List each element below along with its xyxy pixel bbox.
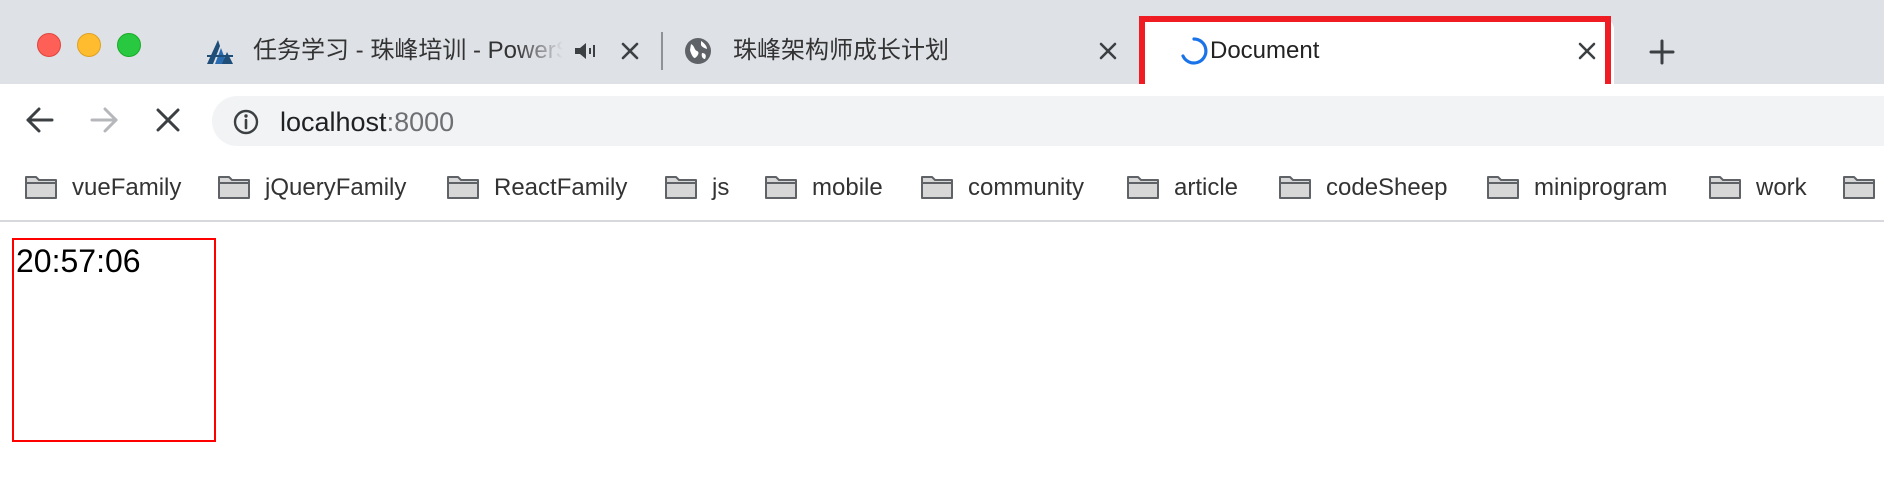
annotation-highlight-box [1139,16,1611,94]
folder-icon [665,176,697,199]
window-zoom-button[interactable] [117,33,141,57]
browser-toolbar: localhost:8000 [0,84,1884,156]
url-host: localhost [280,107,387,137]
clock-time: 20:57:06 [16,243,141,279]
bookmark-label: vueFamily [72,174,182,201]
window-close-button[interactable] [37,33,61,57]
globe-icon [685,38,711,64]
tab-title: 珠峰架构师成长计划 [733,37,949,64]
tab-divider [661,32,663,70]
folder-icon [1487,176,1519,199]
close-icon[interactable] [617,38,643,64]
speaker-icon[interactable] [573,40,599,62]
bookmark-label: ReactFamily [494,174,628,201]
bookmark-label: js [712,174,730,201]
folder-icon [218,176,250,199]
clock-box: 20:57:06 [12,238,216,442]
stop-loading-icon[interactable] [148,100,188,140]
tab-document[interactable]: Document [1139,16,1614,94]
bookmarks-bar: vueFamily jQueryFamily ReactFamily js mo… [0,156,1884,222]
folder-icon [1843,176,1875,199]
address-bar[interactable]: localhost:8000 [212,96,1884,146]
url-port: :8000 [386,107,455,137]
folder-icon [921,176,953,199]
bookmark-label: mobile [812,174,883,201]
tab-title: 任务学习 - 珠峰培训 - PowerSchool [253,37,563,64]
window-minimize-button[interactable] [77,33,101,57]
folder-icon [25,176,57,199]
bookmark-label: article [1174,174,1239,201]
bookmark-label: jQueryFamily [265,174,407,201]
folder-icon [1279,176,1311,199]
bookmark-label: miniprogram [1534,174,1668,201]
folder-icon [1709,176,1741,199]
close-icon[interactable] [1095,38,1121,64]
bookmark-label: community [968,174,1085,201]
folder-icon [447,176,479,199]
bookmark-label: codeSheep [1326,174,1448,201]
folder-icon [1127,176,1159,199]
tab-strip: 任务学习 - 珠峰培训 - PowerSchool 珠峰架构师成长计划 [0,0,1884,94]
forward-arrow-icon[interactable] [84,100,124,140]
site-info-icon[interactable] [232,108,260,136]
folder-icon [765,176,797,199]
page-content: 20:57:06 [0,222,1884,500]
tab-zhufeng-task[interactable]: 任务学习 - 珠峰培训 - PowerSchool [205,16,650,84]
bookmark-folder[interactable] [1842,170,1884,206]
back-arrow-icon[interactable] [20,100,60,140]
new-tab-plus-icon[interactable] [1645,35,1679,69]
zhufeng-logo-icon [207,40,233,64]
tab-zhufeng-architect[interactable]: 珠峰架构师成长计划 [683,16,1131,84]
url-text: localhost:8000 [280,106,454,138]
bookmark-label: work [1756,174,1807,201]
